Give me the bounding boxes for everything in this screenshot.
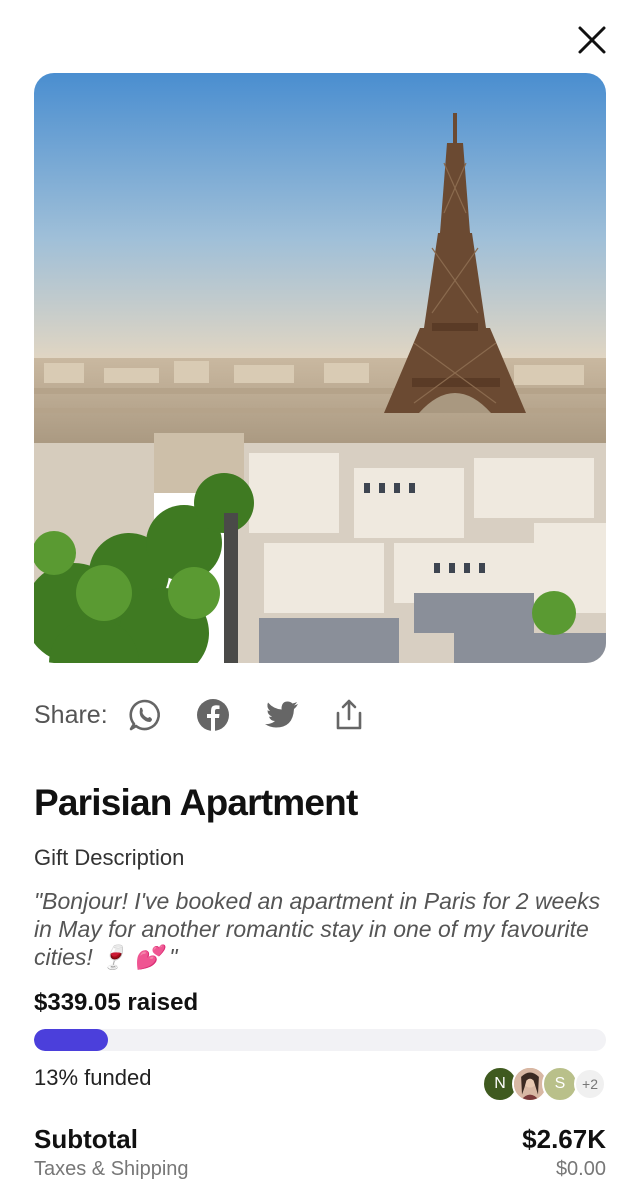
raised-amount: $339.05 raised: [34, 989, 199, 1016]
funded-percent: 13% funded: [34, 1065, 152, 1090]
gift-detail-sheet: Share: Parisian Apartment Gift Descripti…: [0, 0, 640, 1200]
share-twitter-button[interactable]: [262, 696, 300, 734]
funding-progress-bar: [34, 1029, 606, 1051]
more-contributors-badge: +2: [574, 1068, 606, 1100]
gift-description-label: Gift Description: [34, 845, 185, 870]
taxes-shipping-label: Taxes & Shipping: [34, 1158, 189, 1180]
subtotal-label: Subtotal: [34, 1124, 138, 1154]
avatar: S: [542, 1066, 578, 1102]
avatar-initial: N: [494, 1075, 506, 1092]
share-whatsapp-button[interactable]: [126, 696, 164, 734]
gift-description: "Bonjour! I've booked an apartment in Pa…: [34, 888, 601, 970]
taxes-shipping-value: $0.00: [555, 1158, 606, 1180]
gift-title: Parisian Apartment: [34, 782, 358, 823]
gift-image: [34, 73, 606, 663]
funding-progress-fill: [34, 1029, 109, 1051]
avatar-initial: S: [554, 1075, 566, 1092]
whatsapp-icon: [129, 699, 160, 731]
twitter-icon: [264, 701, 298, 728]
share-label: Share:: [34, 700, 108, 729]
contributor-avatars[interactable]: N S +2: [482, 1066, 606, 1102]
close-button[interactable]: [570, 18, 614, 62]
subtotal-value: $2.67K: [522, 1124, 606, 1154]
close-icon: [578, 26, 606, 54]
share-row: Share:: [34, 694, 398, 736]
share-facebook-button[interactable]: [194, 696, 232, 734]
facebook-icon: [196, 699, 229, 731]
share-more-button[interactable]: [330, 696, 368, 734]
share-upload-icon: [336, 699, 361, 730]
